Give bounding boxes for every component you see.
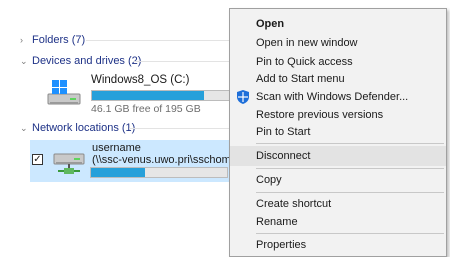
menu-item-label: Pin to Quick access (256, 56, 353, 68)
drive-usage-fill (92, 91, 205, 100)
menu-item-properties[interactable]: Properties (230, 235, 446, 255)
menu-item-pin-start[interactable]: Pin to Start (230, 122, 446, 142)
network-location-item[interactable]: ✓ username (\\ssc-venus.uwo.pri\sschome.… (30, 140, 246, 182)
hard-drive-windows-icon (47, 80, 81, 105)
menu-item-create-shortcut[interactable]: Create shortcut (230, 194, 446, 214)
menu-item-label: Copy (256, 174, 282, 186)
menu-separator (256, 192, 444, 193)
menu-separator (256, 168, 444, 169)
network-item-name: username (92, 142, 141, 154)
menu-item-add-start-menu[interactable]: Add to Start menu (230, 69, 446, 89)
menu-separator (256, 233, 444, 234)
menu-item-label: Rename (256, 216, 298, 228)
group-divider (86, 40, 229, 41)
item-checkbox[interactable]: ✓ (32, 154, 43, 165)
group-header-devices[interactable]: ⌄ Devices and drives (2) (20, 53, 141, 69)
menu-item-label: Add to Start menu (256, 73, 345, 85)
menu-item-open-new-window[interactable]: Open in new window (230, 33, 446, 53)
drive-name: Windows8_OS (C:) (91, 74, 190, 86)
menu-item-open[interactable]: Open (230, 14, 446, 34)
menu-item-label: Scan with Windows Defender... (256, 91, 409, 103)
drive-free-space: 46.1 GB free of 195 GB (91, 103, 201, 115)
network-usage-fill (91, 168, 146, 177)
group-label-devices: Devices and drives (2) (32, 55, 142, 67)
menu-item-label: Restore previous versions (256, 109, 384, 121)
context-menu: Open Open in new window Pin to Quick acc… (229, 8, 447, 257)
group-label-network: Network locations (1) (32, 122, 136, 134)
menu-item-copy[interactable]: Copy (230, 170, 446, 190)
menu-item-label: Disconnect (256, 150, 311, 162)
network-drive-icon (53, 153, 85, 174)
menu-item-label: Properties (256, 239, 307, 251)
menu-item-label: Pin to Start (256, 126, 311, 138)
chevron-down-icon: ⌄ (20, 55, 28, 66)
drive-item-c[interactable]: Windows8_OS (C:) 46.1 GB free of 195 GB (46, 74, 246, 115)
chevron-down-icon: ⌄ (20, 122, 28, 133)
menu-item-rename[interactable]: Rename (230, 212, 446, 232)
group-header-network[interactable]: ⌄ Network locations (1) (20, 120, 135, 136)
menu-separator (256, 143, 444, 144)
chevron-right-icon: › (20, 35, 23, 45)
group-header-folders[interactable]: › Folders (7) (20, 32, 85, 48)
group-label-folders: Folders (7) (32, 34, 86, 46)
windows-defender-shield-icon (237, 90, 249, 104)
drive-usage-bar (91, 90, 241, 101)
network-usage-bar (90, 167, 228, 178)
group-divider (129, 128, 229, 129)
menu-item-scan-defender[interactable]: Scan with Windows Defender... (230, 87, 446, 107)
menu-item-label: Open (256, 18, 285, 30)
menu-item-label: Open in new window (256, 37, 358, 49)
menu-item-disconnect[interactable]: Disconnect (230, 146, 446, 166)
menu-item-label: Create shortcut (256, 198, 332, 210)
group-divider (133, 61, 229, 62)
